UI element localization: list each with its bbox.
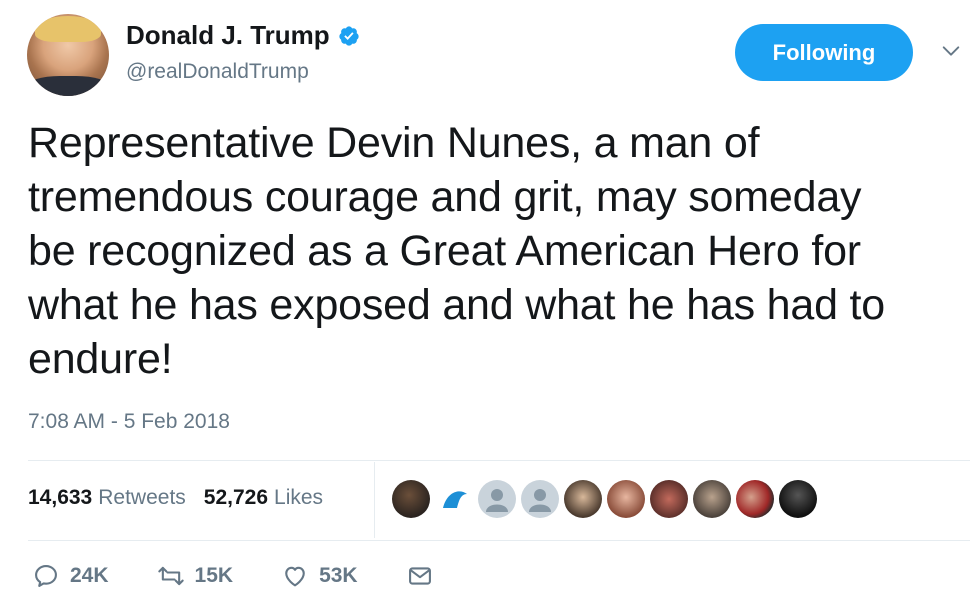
avatar-hair xyxy=(35,16,101,42)
author-name[interactable]: Donald J. Trump xyxy=(126,20,330,51)
heart-icon xyxy=(285,566,305,587)
default-profile-icon xyxy=(486,489,508,512)
liker-avatar[interactable] xyxy=(521,480,559,518)
liker-avatar[interactable] xyxy=(693,480,731,518)
liker-avatar[interactable] xyxy=(650,480,688,518)
author-name-row[interactable]: Donald J. Trump xyxy=(126,20,360,51)
retweet-action[interactable]: 15K xyxy=(157,562,234,590)
retweet-count: 15K xyxy=(194,564,234,587)
reply-icon xyxy=(35,565,57,587)
default-profile-icon xyxy=(529,489,551,512)
tweet-actions: 24K 15K 53K xyxy=(32,562,482,590)
reply-action[interactable]: 24K xyxy=(32,562,109,590)
liker-avatar[interactable] xyxy=(392,480,430,518)
retweets-count: 14,633 xyxy=(28,486,93,509)
divider-vertical xyxy=(374,462,375,538)
liker-avatar[interactable] xyxy=(607,480,645,518)
liker-avatar[interactable] xyxy=(564,480,602,518)
liker-avatar[interactable] xyxy=(478,480,516,518)
retweet-icon xyxy=(157,566,184,586)
like-count: 53K xyxy=(319,564,358,587)
liker-avatar[interactable] xyxy=(435,480,473,518)
tweet-timestamp[interactable]: 7:08 AM - 5 Feb 2018 xyxy=(28,410,230,434)
divider xyxy=(28,460,970,461)
direct-message-action[interactable] xyxy=(406,562,434,590)
divider xyxy=(28,540,970,541)
likes-label: Likes xyxy=(274,486,324,509)
avatar-suit xyxy=(27,76,109,96)
liker-avatar[interactable] xyxy=(779,480,817,518)
tweet-stats: 14,633 Retweets 52,726 Likes xyxy=(28,486,323,510)
retweets-stat[interactable]: 14,633 Retweets xyxy=(28,486,186,510)
envelope-icon xyxy=(408,567,431,585)
likes-count: 52,726 xyxy=(203,486,269,509)
author-handle[interactable]: @realDonaldTrump xyxy=(126,60,309,84)
bird-logo-icon xyxy=(443,491,467,508)
author-avatar[interactable] xyxy=(27,14,109,96)
following-button[interactable]: Following xyxy=(735,24,913,81)
like-action[interactable]: 53K xyxy=(281,562,358,590)
liker-avatar[interactable] xyxy=(736,480,774,518)
chevron-down-icon[interactable] xyxy=(940,40,962,62)
likes-stat[interactable]: 52,726 Likes xyxy=(204,486,323,510)
liker-avatars xyxy=(392,480,817,518)
retweets-label: Retweets xyxy=(98,486,186,509)
tweet-text: Representative Devin Nunes, a man of tre… xyxy=(28,119,886,383)
reply-count: 24K xyxy=(70,564,109,587)
verified-badge-icon xyxy=(339,25,359,46)
